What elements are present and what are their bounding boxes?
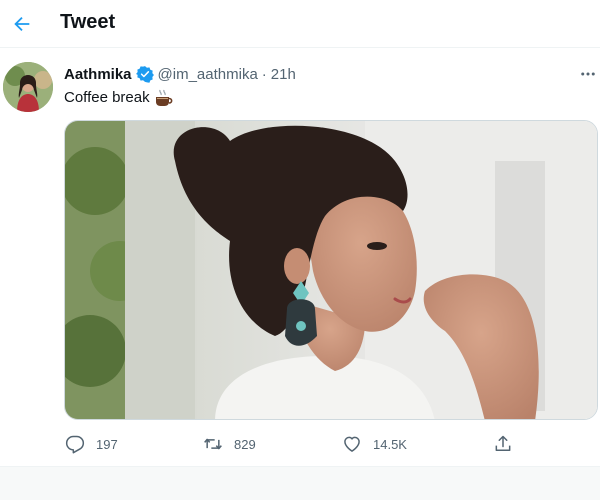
tweet-body: Coffee break (64, 89, 150, 106)
tweet-timestamp[interactable]: 21h (271, 66, 296, 83)
heart-icon (341, 433, 363, 455)
back-button[interactable] (4, 6, 40, 42)
more-horizontal-icon (579, 65, 597, 83)
like-count: 14.5K (373, 436, 407, 452)
page-header: Tweet (0, 0, 600, 48)
page-title: Tweet (60, 11, 116, 33)
retweet-button[interactable]: 829 (202, 430, 256, 458)
tweet-header: Aathmika @im_aathmika · 21h (64, 64, 296, 84)
verified-badge-icon (135, 65, 154, 83)
coffee-icon (154, 89, 174, 107)
section-divider (0, 466, 600, 500)
tweet-actions: 197 829 14.5K (64, 430, 524, 458)
avatar[interactable] (3, 62, 53, 112)
more-options-button[interactable] (576, 62, 600, 86)
separator-dot: · (261, 65, 267, 83)
share-button[interactable] (492, 430, 514, 458)
like-button[interactable]: 14.5K (341, 430, 407, 458)
reply-count: 197 (96, 436, 118, 452)
retweet-count: 829 (234, 436, 256, 452)
tweet-text: Coffee break (64, 88, 174, 108)
reply-icon (64, 433, 86, 455)
reply-button[interactable]: 197 (64, 430, 118, 458)
share-icon (492, 433, 514, 455)
author-handle[interactable]: @im_aathmika (158, 66, 258, 83)
tweet-photo[interactable] (64, 120, 598, 420)
author-name[interactable]: Aathmika (64, 66, 132, 83)
retweet-icon (202, 433, 224, 455)
arrow-left-icon (11, 13, 33, 35)
